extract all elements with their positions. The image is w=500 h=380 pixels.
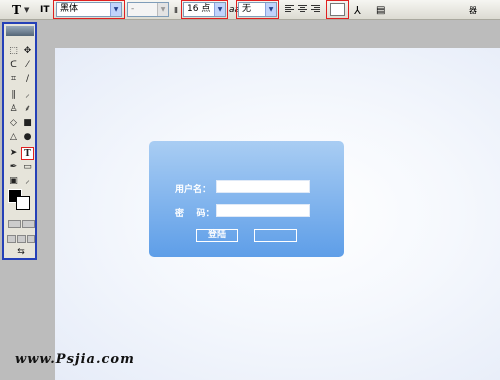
screen-mode-full-button[interactable] [27,235,35,243]
magic-wand-tool-icon[interactable]: ⁄ [21,59,34,72]
background-color-swatch[interactable] [16,196,30,210]
font-size-icon: Ⅱ [174,0,178,20]
path-selection-tool-icon[interactable]: ➤ [7,147,20,160]
blur-tool-icon[interactable]: △ [7,131,20,144]
type-tool-icon[interactable]: T [21,147,34,160]
font-family-value: 黑体 [60,4,79,14]
chevron-down-icon: ▼ [214,3,225,16]
align-right-icon[interactable] [311,5,320,14]
history-brush-tool-icon[interactable]: ⸙ [21,103,34,116]
username-field[interactable] [216,180,310,193]
move-tool-icon[interactable]: ✥ [21,45,34,58]
notes-tool-icon[interactable]: ▣ [7,175,20,188]
username-label: 用户名： [175,185,212,195]
align-left-icon[interactable] [285,5,294,14]
standard-mode-button[interactable] [8,220,21,228]
chevron-down-icon: ▼ [110,3,121,16]
eyedropper-tool-icon[interactable]: ⸝ [21,175,34,188]
pen-tool-icon[interactable]: ✒ [7,161,20,174]
crop-tool-icon[interactable]: ⌗ [7,73,20,86]
antialias-select[interactable]: 无 ▼ [238,2,277,17]
warp-text-icon[interactable]: ⅄ [354,0,361,20]
workspace-label: 器 [469,5,477,15]
password-label: 密 码： [175,209,215,219]
stamp-tool-icon[interactable]: ♙ [7,103,20,116]
chevron-down-icon: ▼ [23,6,30,14]
text-orientation-icon: IT [40,5,50,15]
imageready-jump-icon[interactable]: ⇆ [13,246,29,259]
text-orientation-button[interactable]: IT [40,0,50,20]
workspace-tab[interactable]: 器 [469,0,477,20]
chevron-down-icon: ▼ [265,3,276,16]
chevron-down-icon: ▼ [157,3,168,16]
gradient-tool-icon[interactable]: ■ [21,117,34,130]
type-tool-preset[interactable]: T ▼ [12,0,29,20]
shape-tool-icon[interactable]: ▭ [21,161,34,174]
palettes-icon[interactable]: ▤ [376,0,385,20]
screen-mode-standard-button[interactable] [7,235,16,243]
align-center-icon[interactable] [298,5,307,14]
font-style-select[interactable]: - ▼ [127,2,169,17]
secondary-button[interactable] [254,229,297,242]
toolbox-header [6,26,34,36]
login-button[interactable]: 登陆 [196,229,238,242]
password-field[interactable] [216,204,310,217]
font-family-select[interactable]: 黑体 ▼ [56,2,122,17]
brush-tool-icon[interactable]: ⸝ [21,89,34,102]
lasso-tool-icon[interactable]: ᑕ [7,59,20,72]
font-style-value: - [131,4,135,14]
font-size-select[interactable]: 16 点 ▼ [183,2,226,17]
marquee-tool-icon[interactable]: ⬚ [7,45,20,58]
login-panel [149,141,344,257]
screen-mode-menu-button[interactable] [17,235,26,243]
options-bar: T ▼ IT 黑体 ▼ - ▼ Ⅱ 16 点 ▼ aa 无 ▼ ⅄ ▤ 器 [0,0,500,20]
dodge-tool-icon[interactable]: ● [21,131,34,144]
type-tool-icon: T [12,3,21,17]
watermark-text: www.Psjia.com [15,352,135,367]
quick-mask-button[interactable] [22,220,35,228]
font-size-glyph-icon: Ⅱ [174,5,178,15]
slice-tool-icon[interactable]: ∕ [21,73,34,86]
eraser-tool-icon[interactable]: ◇ [7,117,20,130]
toolbox: ⬚ ✥ ᑕ ⁄ ⌗ ∕ ∥ ⸝ ♙ ⸙ ◇ ■ △ ● ➤ T ✒ ▭ ▣ ⸝ … [2,22,37,260]
healing-brush-tool-icon[interactable]: ∥ [7,89,20,102]
text-color-swatch[interactable] [330,3,345,16]
font-size-value: 16 点 [187,4,211,14]
antialias-value: 无 [242,4,252,14]
